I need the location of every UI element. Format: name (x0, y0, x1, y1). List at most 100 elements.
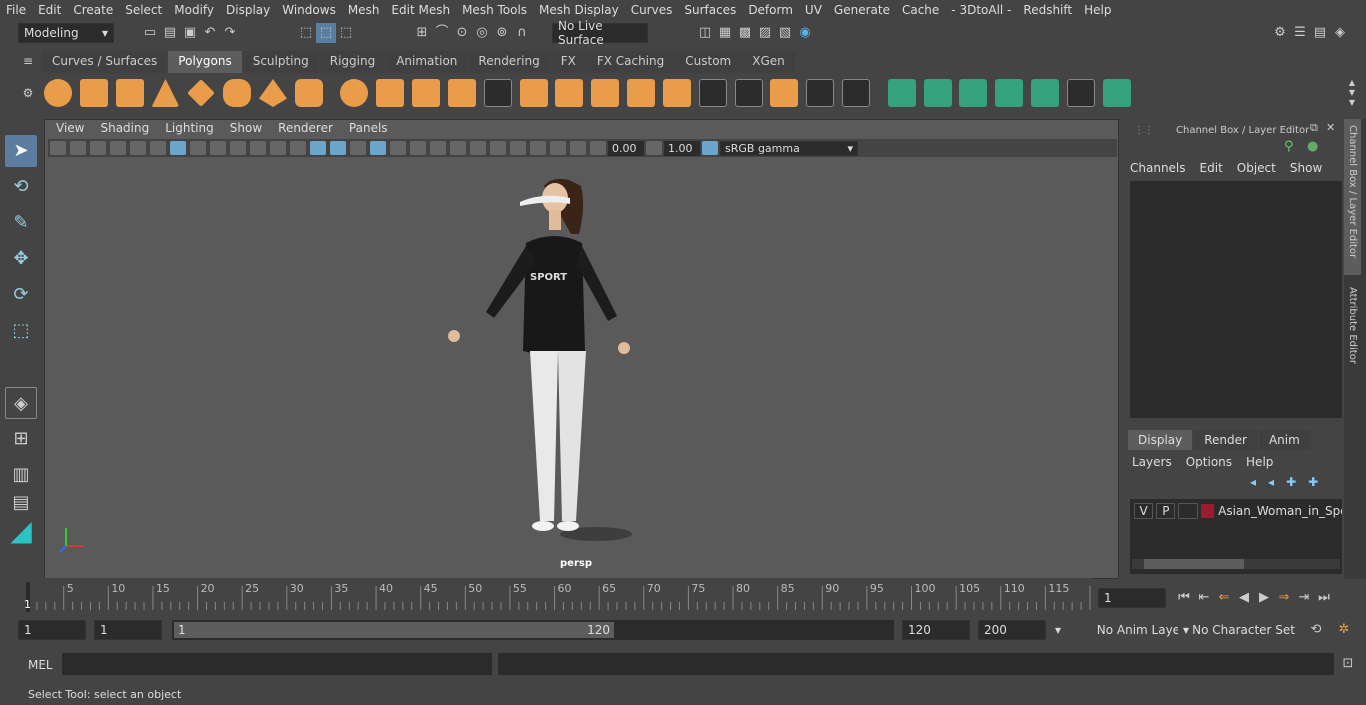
menu-item-generate[interactable]: Generate (828, 3, 896, 17)
select-component-icon[interactable]: ⬚ (336, 23, 356, 43)
channelbox-close-icon[interactable]: ✕ (1326, 121, 1335, 134)
open-scene-icon[interactable]: ▤ (160, 23, 180, 43)
gamma-field[interactable]: 1.00 (664, 140, 700, 156)
new-layer-selected-icon[interactable]: ✚ (1308, 475, 1318, 489)
menu-item-select[interactable]: Select (119, 3, 168, 17)
resolution-gate-icon[interactable] (210, 141, 226, 155)
layer-move-down-icon[interactable]: ◂ (1268, 475, 1274, 489)
snap-magnet-icon[interactable]: ∩ (512, 23, 532, 43)
uv-layout-icon[interactable] (1102, 79, 1131, 107)
safe-action-icon[interactable] (270, 141, 286, 155)
exposure-field[interactable]: 0.00 (608, 140, 644, 156)
character-set-dropdown[interactable]: ▾ No Character Set (1178, 620, 1300, 640)
select-object-icon[interactable]: ⬚ (316, 23, 336, 43)
layer-color-swatch[interactable] (1200, 504, 1215, 518)
uv-cylindrical-icon[interactable] (923, 79, 952, 107)
menu-item-edit[interactable]: Edit (32, 3, 67, 17)
tab-animation[interactable]: Animation (386, 51, 468, 73)
boolean-icon[interactable] (842, 79, 871, 107)
layer-menu-help[interactable]: Help (1246, 455, 1273, 469)
animation-end-field[interactable]: 200 (978, 620, 1046, 640)
playback-start-field[interactable]: 1 (94, 620, 162, 640)
wireframe-icon[interactable] (310, 141, 326, 155)
step-back-frame-icon[interactable]: ⇐ (1214, 588, 1234, 608)
single-view-icon[interactable]: ◈ (5, 387, 37, 419)
shelf-scroll-arrows[interactable]: ▲ ▼ ▼ (1344, 78, 1360, 112)
film-gate-icon[interactable] (190, 141, 206, 155)
menu-item-windows[interactable]: Windows (276, 3, 342, 17)
menu-item-redshift[interactable]: Redshift (1017, 3, 1078, 17)
save-scene-icon[interactable]: ▣ (180, 23, 200, 43)
menu-item-mesh-tools[interactable]: Mesh Tools (456, 3, 533, 17)
go-to-start-icon[interactable]: ⏮ (1174, 588, 1194, 608)
play-forward-icon[interactable]: ▶ (1254, 588, 1274, 608)
poly-pyramid-icon[interactable] (258, 79, 287, 107)
new-layer-icon[interactable]: ✚ (1286, 475, 1296, 489)
live-surface-field[interactable]: No Live Surface (552, 19, 648, 47)
shelf-settings-icon[interactable]: ⚙ (18, 86, 38, 100)
channelbox-menu-edit[interactable]: Edit (1200, 161, 1223, 175)
snap-view-icon[interactable]: ◎ (472, 23, 492, 43)
tab-sculpting[interactable]: Sculpting (242, 51, 319, 73)
viewport-menu-show[interactable]: Show (222, 121, 270, 137)
menu-item-3dtoall[interactable]: - 3DtoAll - (945, 3, 1017, 17)
auto-key-icon[interactable]: ⟲ (1306, 620, 1326, 640)
layout-view-icon[interactable]: ▤ (5, 494, 37, 512)
rotate-tool-icon[interactable]: ⟳ (5, 279, 37, 311)
render-view-icon[interactable]: ▦ (715, 23, 735, 43)
uv-unfold-icon[interactable] (1031, 79, 1060, 107)
combine-icon[interactable] (340, 79, 369, 107)
ipr-render-icon[interactable]: ▨ (755, 23, 775, 43)
tab-polygons[interactable]: Polygons (168, 51, 242, 73)
offset-edge-loop-icon[interactable] (734, 79, 763, 107)
workspace-list-icon[interactable]: ☰ (1290, 23, 1310, 43)
tab-layer-render[interactable]: Render (1194, 430, 1257, 450)
3d-viewport[interactable]: SPORT (46, 158, 1118, 578)
layer-name[interactable]: Asian_Woman_in_Spo (1218, 504, 1342, 518)
layer-row[interactable]: V P Asian_Woman_in_Spo (1130, 501, 1342, 521)
color-management-icon[interactable] (702, 141, 718, 155)
tab-xgen[interactable]: XGen (742, 51, 795, 73)
four-view-icon[interactable]: ⊞ (5, 423, 37, 455)
anim-layer-dropdown[interactable]: ▾ No Anim Layer (1050, 620, 1190, 640)
ambient-occlusion-icon[interactable] (450, 141, 466, 155)
wireframe-on-shaded-icon[interactable] (350, 141, 366, 155)
textured-icon[interactable] (390, 141, 406, 155)
hypershade-icon[interactable]: ◉ (795, 23, 815, 43)
menu-item-file[interactable]: File (0, 3, 32, 17)
channelbox-menu-object[interactable]: Object (1237, 161, 1276, 175)
uv-automatic-icon[interactable] (995, 79, 1024, 107)
fill-hole-icon[interactable] (770, 79, 799, 107)
camera-attrs-icon[interactable] (70, 141, 86, 155)
tab-rendering[interactable]: Rendering (468, 51, 550, 73)
xray-active-icon[interactable] (570, 141, 586, 155)
colorspace-dropdown[interactable]: sRGB gamma ▾ (720, 140, 858, 156)
exposure-icon[interactable] (590, 141, 606, 155)
layer-scrollbar[interactable] (1132, 559, 1340, 569)
layer-menu-options[interactable]: Options (1186, 455, 1232, 469)
menu-item-display[interactable]: Display (220, 3, 276, 17)
channelbox-menu-show[interactable]: Show (1290, 161, 1322, 175)
channelbox-axis-icon[interactable]: ⚲ (1284, 139, 1294, 154)
shadows-icon[interactable] (430, 141, 446, 155)
merge-icon[interactable] (627, 79, 656, 107)
uv-spherical-icon[interactable] (959, 79, 988, 107)
poly-cylinder-icon[interactable] (115, 79, 144, 107)
script-editor-icon[interactable]: ⊡ (1338, 654, 1358, 674)
safe-title-icon[interactable] (290, 141, 306, 155)
poly-plane-icon[interactable] (187, 79, 216, 107)
bridge-icon[interactable] (519, 79, 548, 107)
poly-cone-icon[interactable] (151, 79, 180, 107)
bookmark-icon[interactable] (90, 141, 106, 155)
layer-menu-layers[interactable]: Layers (1132, 455, 1172, 469)
viewport-menu-renderer[interactable]: Renderer (270, 121, 341, 137)
menu-item-cache[interactable]: Cache (896, 3, 945, 17)
mirror-icon[interactable] (806, 79, 835, 107)
range-slider-handle[interactable]: 1 120 (174, 622, 614, 638)
image-plane-icon[interactable] (110, 141, 126, 155)
tab-fx-caching[interactable]: FX Caching (586, 51, 675, 73)
menu-item-uv[interactable]: UV (799, 3, 828, 17)
channelbox-list[interactable] (1130, 181, 1342, 418)
shelf-menu-icon[interactable]: ≡ (18, 54, 38, 68)
layer-move-up-icon[interactable]: ◂ (1250, 475, 1256, 489)
